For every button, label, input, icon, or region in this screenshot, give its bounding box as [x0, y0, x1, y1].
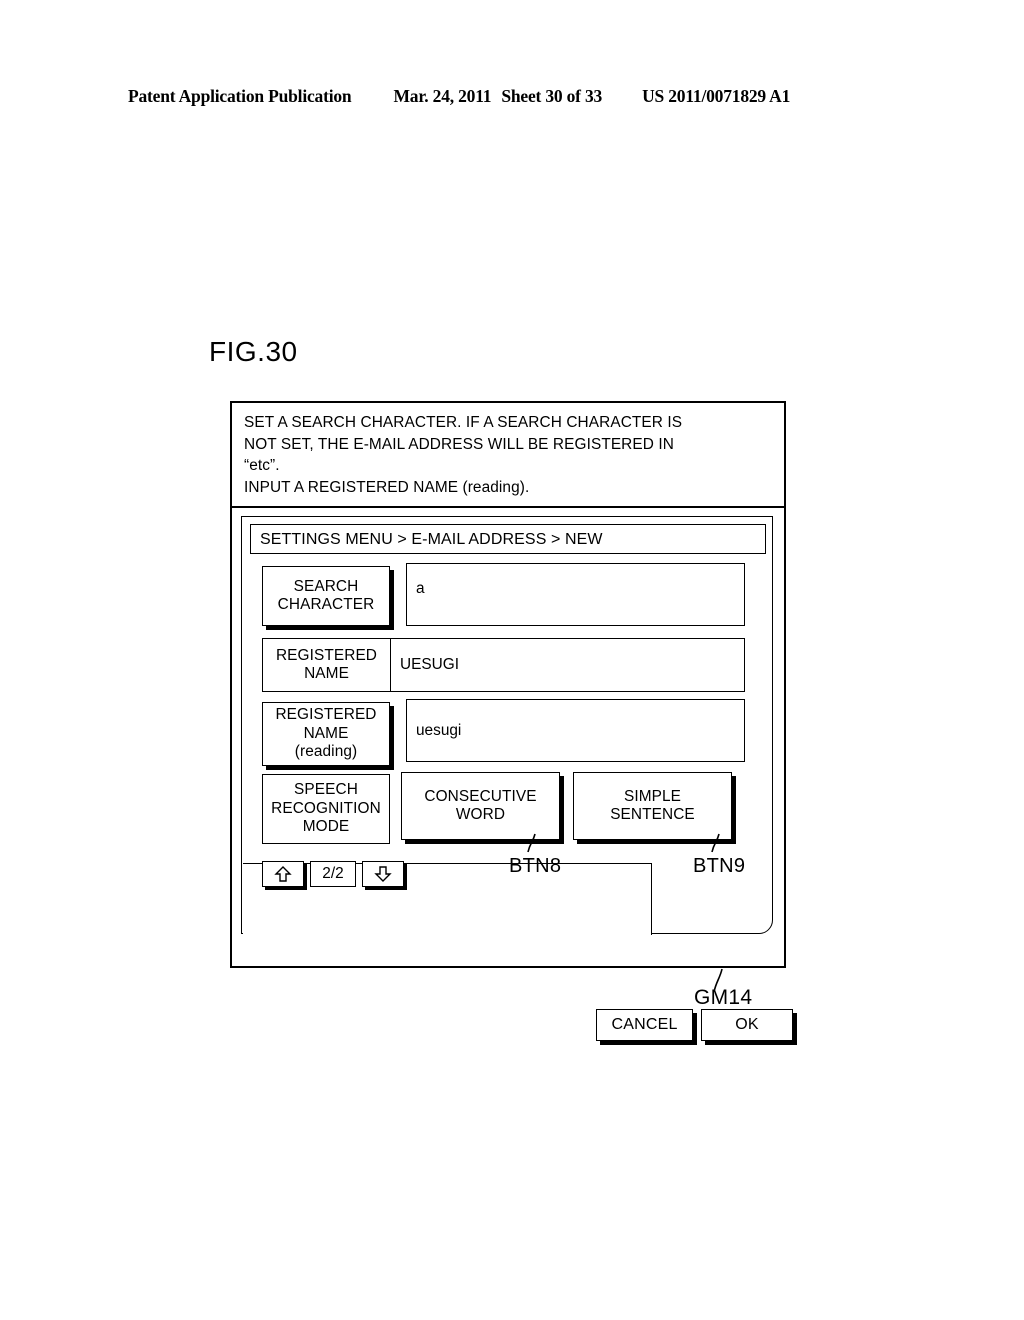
search-character-button[interactable]: SEARCH CHARACTER: [262, 566, 390, 626]
search-character-label-line1: SEARCH: [293, 577, 359, 595]
patent-number: US 2011/0071829 A1: [642, 86, 791, 106]
dialog-action-buttons: CANCEL OK: [596, 1009, 793, 1041]
page-up-button[interactable]: [262, 861, 304, 887]
consecutive-word-line2: WORD: [455, 806, 506, 823]
callout-btn8: BTN8: [509, 855, 562, 877]
figure-label: FIG.30: [209, 336, 298, 367]
instruction-line-1: SET A SEARCH CHARACTER. IF A SEARCH CHAR…: [244, 414, 683, 431]
callout-gm14: GM14: [694, 986, 753, 1009]
simple-sentence-button[interactable]: SIMPLE SENTENCE: [573, 772, 732, 840]
registered-name-label-line2: NAME: [304, 665, 349, 682]
publication-date: Mar. 24, 2011: [393, 86, 492, 106]
page-indicator: 2/2: [310, 861, 356, 887]
callout-btn9: BTN9: [693, 855, 746, 877]
breadcrumb: SETTINGS MENU > E-MAIL ADDRESS > NEW: [250, 524, 766, 554]
speech-mode-label-line1: SPEECH: [294, 781, 358, 799]
simple-sentence-line1: SIMPLE: [623, 787, 682, 805]
registered-name-reading-label-line2: NAME: [303, 724, 349, 742]
speech-mode-label-line2: RECOGNITION: [271, 799, 381, 817]
pagination-controls: 2/2: [262, 861, 404, 887]
instruction-message: SET A SEARCH CHARACTER. IF A SEARCH CHAR…: [232, 403, 784, 508]
ok-button[interactable]: OK: [701, 1009, 793, 1041]
publication-label: Patent Application Publication: [128, 86, 352, 106]
page-down-button[interactable]: [362, 861, 404, 887]
registered-name-label-line1: REGISTERED: [275, 646, 378, 664]
settings-panel-content: SETTINGS MENU > E-MAIL ADDRESS > NEW SEA…: [241, 516, 793, 1041]
registered-name-reading-button[interactable]: REGISTERED NAME (reading): [262, 702, 390, 766]
patent-page-header: Patent Application Publication Mar. 24, …: [128, 86, 896, 107]
speech-recognition-mode-label: SPEECH RECOGNITION MODE: [262, 774, 390, 844]
simple-sentence-line2: SENTENCE: [610, 806, 695, 823]
registered-name-button[interactable]: REGISTERED NAME: [262, 638, 390, 692]
instruction-line-2: NOT SET, THE E-MAIL ADDRESS WILL BE REGI…: [244, 435, 674, 453]
registered-name-reading-label-line3: (reading): [294, 743, 358, 761]
consecutive-word-button[interactable]: CONSECUTIVE WORD: [401, 772, 560, 840]
registered-name-reading-label-line1: REGISTERED: [275, 706, 377, 724]
instruction-line-3: “etc”.: [244, 457, 280, 474]
screen-gm14: SET A SEARCH CHARACTER. IF A SEARCH CHAR…: [230, 401, 793, 1041]
consecutive-word-line1: CONSECUTIVE: [424, 787, 537, 805]
search-character-value[interactable]: a: [406, 563, 745, 626]
search-character-label-line2: CHARACTER: [277, 596, 375, 613]
down-arrow-icon: [374, 866, 392, 882]
instruction-line-4: INPUT A REGISTERED NAME (reading).: [244, 478, 530, 496]
registered-name-value[interactable]: UESUGI: [390, 638, 745, 692]
speech-mode-label-line3: MODE: [302, 818, 350, 836]
sheet-number: Sheet 30 of 33: [501, 86, 603, 106]
registered-name-reading-value[interactable]: uesugi: [406, 699, 745, 762]
cancel-button[interactable]: CANCEL: [596, 1009, 693, 1041]
up-arrow-icon: [274, 866, 292, 882]
